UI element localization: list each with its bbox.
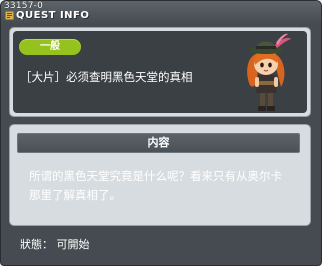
title-bar[interactable]: 33157-0 QUEST INFO [1,1,321,23]
quest-status: 狀態： 可開始 [20,238,90,251]
window-icon [5,11,14,20]
window-title: QUEST INFO [16,10,90,21]
description-line: 所谓的黑色天堂究竟是什么呢？看来只有从奥尔卡 [29,169,282,183]
npc-portrait-icon [247,33,291,111]
content-header: 内容 [17,133,300,153]
quest-category-badge: 一般 [19,39,81,55]
quest-description: 所谓的黑色天堂究竟是什么呢？看来只有从奥尔卡 那里了解真相了。 [29,167,301,205]
description-line: 那里了解真相了。 [29,188,121,202]
quest-name: ［大片］必须查明黑色天堂的真相 [20,70,193,84]
